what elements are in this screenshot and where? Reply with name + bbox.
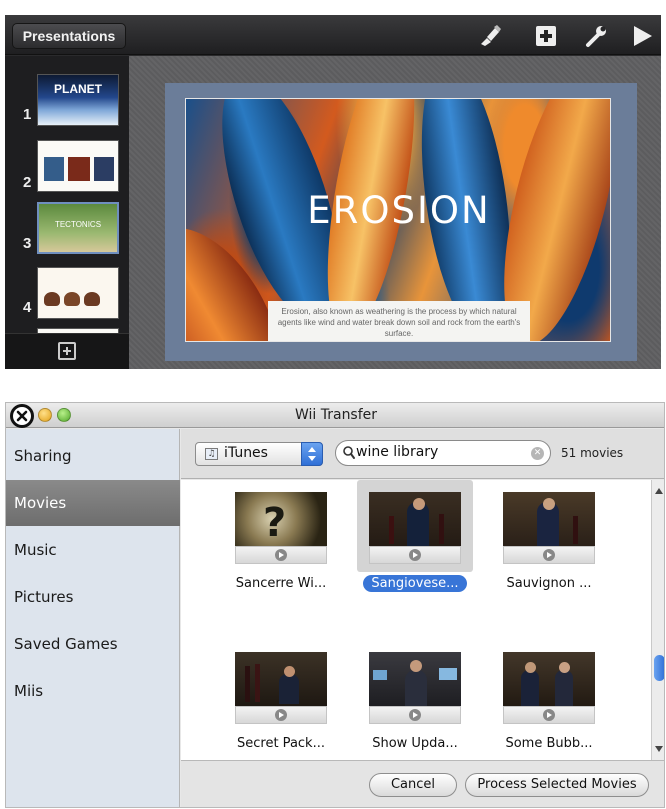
movie-thumbnail <box>503 492 595 546</box>
movie-controls <box>503 706 595 724</box>
slide-title: EROSION <box>307 189 491 232</box>
slide-number: 4 <box>23 299 32 316</box>
play-icon[interactable] <box>629 24 655 48</box>
slide-caption: Erosion, also known as weathering is the… <box>268 301 530 341</box>
updown-arrows-icon[interactable] <box>301 442 323 466</box>
close-icon[interactable] <box>10 404 34 428</box>
slide-thumbnail-title: TECTONICS <box>54 220 102 229</box>
movie-title: Secret Pack... <box>237 736 325 751</box>
search-input[interactable]: wine library ✕ <box>335 440 551 466</box>
play-icon[interactable] <box>409 709 421 721</box>
keynote-toolbar: Presentations <box>5 15 661 55</box>
movie-controls <box>369 706 461 724</box>
movie-title: Sauvignon ... <box>506 576 592 591</box>
sidebar-item-pictures[interactable]: Pictures <box>6 574 180 620</box>
clear-search-icon[interactable]: ✕ <box>531 447 544 460</box>
wii-transfer-window: Wii Transfer Sharing Movies Music Pictur… <box>5 402 665 808</box>
slide-thumbnail-1[interactable]: PLANET <box>37 74 119 126</box>
movie-item[interactable]: Secret Pack... <box>213 640 343 780</box>
sidebar-item-sharing[interactable]: Sharing <box>6 433 180 479</box>
add-slide-icon[interactable] <box>533 24 559 48</box>
play-icon[interactable] <box>275 549 287 561</box>
slide-canvas: EROSION Erosion, also known as weatherin… <box>129 56 661 369</box>
scroll-thumb[interactable] <box>654 655 664 681</box>
navigator-footer <box>5 333 129 369</box>
source-select-value: iTunes <box>224 445 268 461</box>
wrench-icon[interactable] <box>583 24 609 48</box>
current-slide[interactable]: EROSION Erosion, also known as weatherin… <box>185 98 611 342</box>
sidebar-item-movies[interactable]: Movies <box>6 480 180 526</box>
movie-thumbnail: ? <box>235 492 327 546</box>
movie-title: Show Upda... <box>372 736 458 751</box>
sidebar: Sharing Movies Music Pictures Saved Game… <box>6 429 180 807</box>
sidebar-item-miis[interactable]: Miis <box>6 668 180 714</box>
movie-controls <box>503 546 595 564</box>
minimize-icon[interactable] <box>38 408 52 422</box>
movie-count: 51 movies <box>561 446 624 460</box>
movie-title: Some Bubb... <box>505 736 593 751</box>
movie-controls <box>235 546 327 564</box>
action-bar: Cancel Process Selected Movies <box>181 760 664 807</box>
movie-item[interactable]: Show Upda... <box>347 640 477 780</box>
cancel-button[interactable]: Cancel <box>369 773 457 797</box>
movie-thumbnail <box>503 652 595 706</box>
movie-thumbnail <box>369 652 461 706</box>
slide-thumbnail-2[interactable] <box>37 140 119 192</box>
slide-thumbnail-4[interactable] <box>37 267 119 319</box>
slide-number: 3 <box>23 235 32 252</box>
sidebar-item-saved-games[interactable]: Saved Games <box>6 621 180 667</box>
movie-title: Sancerre Wi... <box>235 576 327 591</box>
sidebar-item-music[interactable]: Music <box>6 527 180 573</box>
play-icon[interactable] <box>543 549 555 561</box>
movie-item[interactable]: Sangiovese... <box>347 480 477 620</box>
music-note-icon: ♫ <box>205 448 218 460</box>
scroll-down-icon[interactable] <box>655 746 663 752</box>
slide-number: 2 <box>23 174 32 191</box>
movie-title: Sangiovese... <box>347 575 483 592</box>
slide-thumbnail-3[interactable]: TECTONICS <box>37 202 119 254</box>
movie-item[interactable]: ? Sancerre Wi... <box>213 480 343 620</box>
search-icon <box>343 446 355 459</box>
slide-frame: EROSION Erosion, also known as weatherin… <box>165 83 637 361</box>
movie-thumbnail <box>235 652 327 706</box>
movie-controls <box>369 546 461 564</box>
vertical-scrollbar[interactable] <box>651 480 664 760</box>
source-select[interactable]: ♫ iTunes <box>195 442 323 466</box>
play-icon[interactable] <box>275 709 287 721</box>
keynote-app: Presentations 1 PLANET 2 3 TECTONICS 4 E… <box>5 15 661 369</box>
presentations-button[interactable]: Presentations <box>12 23 126 49</box>
add-slide-icon[interactable] <box>58 342 76 360</box>
brush-icon[interactable] <box>477 24 503 48</box>
movie-grid: ? Sancerre Wi... Sangiovese... Sauvignon… <box>181 480 651 760</box>
process-selected-movies-button[interactable]: Process Selected Movies <box>465 773 649 797</box>
play-icon[interactable] <box>409 549 421 561</box>
movie-item[interactable]: Some Bubb... <box>481 640 611 780</box>
scroll-up-icon[interactable] <box>655 488 663 494</box>
play-icon[interactable] <box>543 709 555 721</box>
slide-thumbnail-title: PLANET <box>54 82 102 96</box>
filter-bar: ♫ iTunes wine library ✕ 51 movies <box>181 429 664 479</box>
movie-controls <box>235 706 327 724</box>
window-title: Wii Transfer <box>294 407 378 423</box>
search-value: wine library <box>356 444 439 460</box>
slide-navigator: 1 PLANET 2 3 TECTONICS 4 <box>5 56 129 369</box>
zoom-icon[interactable] <box>57 408 71 422</box>
movie-thumbnail <box>369 492 461 546</box>
window-titlebar: Wii Transfer <box>6 403 664 428</box>
movie-item[interactable]: Sauvignon ... <box>481 480 611 620</box>
slide-number: 1 <box>23 106 32 123</box>
